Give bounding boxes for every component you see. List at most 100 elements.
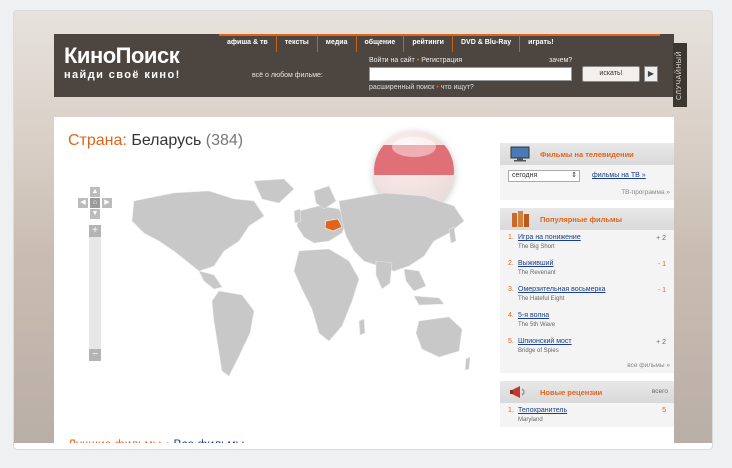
nav-item-community[interactable]: общение (355, 34, 404, 52)
nav-item-afisha[interactable]: афиша & тв (219, 34, 276, 52)
popular-block: Популярные фильмы 1. Игра на понижение T… (500, 208, 674, 373)
tv-day-value: сегодня (512, 172, 538, 179)
pan-up-icon[interactable]: ▲ (90, 187, 100, 197)
list-item: 4. 5-я волна The 5th Wave (500, 308, 674, 334)
best-films-link[interactable]: Лучшие фильмы (68, 437, 161, 449)
review-rank: 1. (508, 407, 514, 414)
select-arrow-icon: ⇕ (571, 172, 577, 179)
login-row: Войти на сайт • Регистрация (369, 57, 462, 64)
tv-block-header: Фильмы на телевидении (500, 143, 674, 165)
tv-block-title: Фильмы на телевидении (540, 150, 634, 159)
search-arrow-button[interactable]: ▶ (644, 66, 658, 82)
country-film-count: (384) (205, 132, 244, 149)
film-original-title: Bridge of Spies (518, 348, 559, 354)
main-content: Страна: Беларусь (384) ▲ ◀ ⌂ ▶ ▼ + − Луч… (54, 117, 674, 449)
tv-films-link-label: фильмы на ТВ (592, 172, 640, 179)
review-title-link[interactable]: Телохранитель (518, 407, 567, 414)
world-map[interactable] (114, 171, 471, 421)
separator-dot: • (436, 84, 439, 91)
film-title-link[interactable]: Выживший (518, 260, 553, 267)
logo-title: КиноПоиск (64, 43, 180, 68)
film-title-link[interactable]: Игра на понижение (518, 234, 581, 241)
film-title-link[interactable]: Шпионский мост (518, 338, 572, 345)
map-india (375, 260, 393, 290)
country-name: Беларусь (131, 132, 202, 149)
film-rank: 3. (508, 286, 514, 293)
film-rank-change: - 1 (657, 261, 666, 268)
nav-item-ratings[interactable]: рейтинги (403, 34, 452, 52)
main-nav: афиша & тв тексты медиа общение рейтинги… (219, 34, 660, 52)
map-uk (293, 208, 302, 224)
popular-block-title: Популярные фильмы (540, 215, 622, 224)
search-input[interactable] (369, 67, 572, 81)
map-controls: ▲ ◀ ⌂ ▶ ▼ + − (78, 187, 112, 387)
film-rank: 4. (508, 312, 514, 319)
map-north-america (131, 190, 265, 272)
nav-item-texts[interactable]: тексты (275, 34, 317, 52)
register-link[interactable]: Регистрация (421, 57, 462, 64)
map-japan (448, 226, 457, 244)
film-rank-change: + 2 (656, 235, 666, 242)
search-button[interactable]: искать! (582, 66, 640, 82)
map-africa (293, 248, 360, 342)
zoom-in-icon[interactable]: + (89, 225, 101, 237)
tv-day-select[interactable]: сегодня ⇕ (508, 170, 580, 182)
film-original-title: The 5th Wave (518, 322, 556, 328)
film-rank-change: + 2 (656, 339, 666, 346)
pan-right-icon[interactable]: ▶ (102, 198, 112, 208)
logo-tagline: найди своё кино! (64, 69, 181, 81)
why-link[interactable]: зачем? (549, 57, 572, 64)
all-films-link[interactable]: Все фильмы (174, 437, 245, 449)
nav-item-play[interactable]: играть! (519, 34, 561, 52)
reviews-block-title: Новые рецензии (540, 388, 603, 397)
pan-left-icon[interactable]: ◀ (78, 198, 88, 208)
tv-films-link[interactable]: фильмы на ТВ » (592, 172, 646, 179)
reviews-block: Новые рецензии всего 1. Телохранитель Ma… (500, 381, 674, 427)
search-label: всё о любом фильме: (252, 72, 323, 79)
tv-films-link-suffix: » (641, 172, 646, 179)
film-original-title: The Big Short (518, 244, 555, 250)
site-logo[interactable]: КиноПоиск найди своё кино! (64, 44, 214, 82)
tv-block: Фильмы на телевидении сегодня ⇕ фильмы н… (500, 143, 674, 200)
list-item: 5. Шпионский мост Bridge of Spies + 2 (500, 334, 674, 360)
list-item: 1. Игра на понижение The Big Short + 2 (500, 230, 674, 256)
all-popular-films-link[interactable]: все фильмы » (500, 360, 674, 373)
zoom-slider[interactable] (89, 225, 101, 361)
film-title-link[interactable]: 5-я волна (518, 312, 549, 319)
map-new-zealand (464, 356, 471, 371)
list-item: 3. Омерзительная восьмерка The Hateful E… (500, 282, 674, 308)
megaphone-icon (510, 386, 525, 398)
film-rank-change: - 1 (657, 287, 666, 294)
browser-frame: КиноПоиск найди своё кино! афиша & тв те… (13, 10, 713, 450)
random-film-tab[interactable]: СЛУЧАЙНЫЙ (673, 43, 687, 107)
home-icon[interactable]: ⌂ (90, 198, 100, 208)
review-original-title: Maryland (518, 417, 543, 423)
reviews-total-label: всего (651, 388, 668, 395)
film-original-title: The Revenant (518, 270, 556, 276)
popular-block-header: Популярные фильмы (500, 208, 674, 230)
advanced-search-link[interactable]: расширенный поиск (369, 84, 434, 91)
map-greenland (253, 178, 295, 204)
map-se-asia (403, 268, 427, 292)
review-count: 5 (662, 407, 666, 414)
pan-down-icon[interactable]: ▼ (90, 209, 100, 219)
what-to-search-link[interactable]: что ищут? (441, 84, 474, 91)
nav-item-media[interactable]: медиа (316, 34, 356, 52)
tv-program-link[interactable]: ТВ-программа » (500, 187, 674, 200)
popcorn-icon (512, 211, 529, 227)
reviews-block-header: Новые рецензии всего (500, 381, 674, 403)
tv-controls: сегодня ⇕ фильмы на ТВ » (500, 165, 674, 187)
login-link[interactable]: Войти на сайт (369, 57, 415, 64)
site-header: КиноПоиск найди своё кино! афиша & тв те… (54, 34, 687, 107)
film-title-link[interactable]: Омерзительная восьмерка (518, 286, 606, 293)
tv-icon (510, 146, 530, 162)
sidebar: Фильмы на телевидении сегодня ⇕ фильмы н… (500, 143, 674, 435)
separator-dot: • (416, 57, 420, 64)
film-links: Лучшие фильмы • Все фильмы (68, 437, 245, 449)
map-indonesia (413, 295, 445, 306)
zoom-out-icon[interactable]: − (89, 349, 101, 361)
map-australia (415, 316, 463, 358)
nav-item-dvd[interactable]: DVD & Blu-Ray (451, 34, 519, 52)
map-south-america (211, 290, 255, 377)
film-rank: 5. (508, 338, 514, 345)
